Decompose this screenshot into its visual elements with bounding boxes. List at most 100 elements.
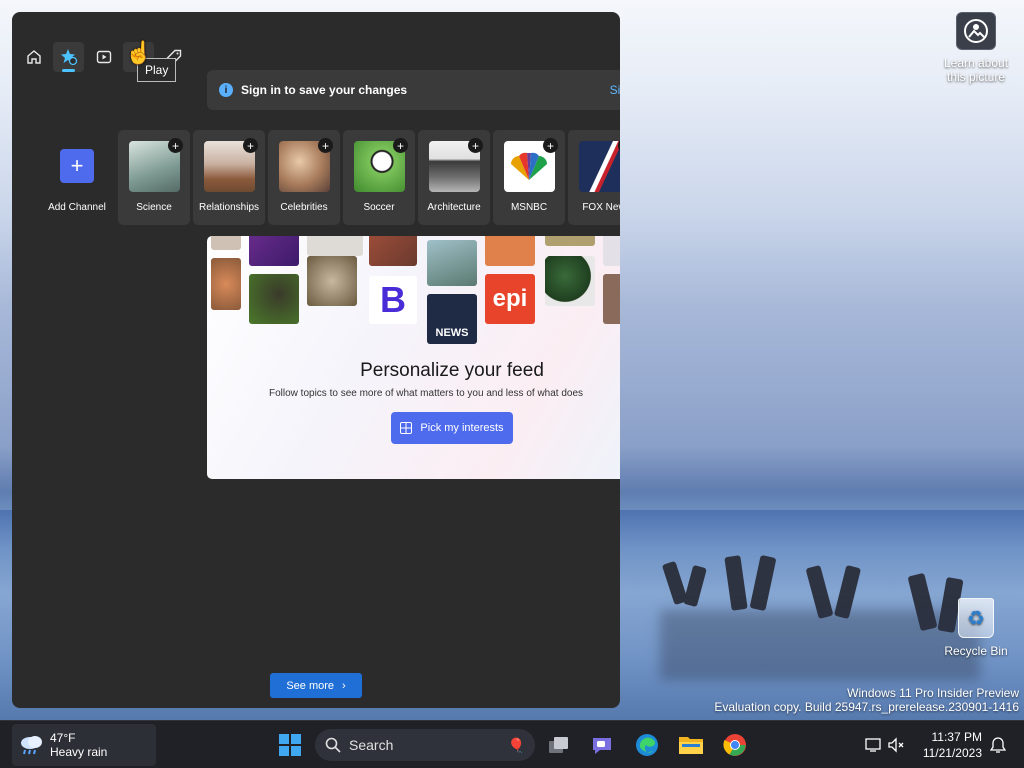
build-watermark: Windows 11 Pro Insider Preview Evaluatio… — [714, 686, 1019, 714]
channel-label: FOX New — [582, 202, 620, 213]
pile-reflection — [660, 610, 980, 680]
add-channel-label: Add Channel — [48, 202, 106, 213]
clock[interactable]: 11:37 PM 11/21/2023 — [912, 729, 982, 761]
channel-label: Architecture — [427, 202, 481, 213]
follow-plus-icon[interactable]: + — [543, 138, 558, 153]
widgets-panel: Play ☝ i Sign in to save your changes Si… — [12, 12, 620, 708]
weather-temp: 47°F — [50, 731, 76, 745]
channel-label: Celebrities — [280, 202, 328, 213]
chevron-right-icon: › — [342, 679, 346, 692]
feed-subtitle: Follow topics to see more of what matter… — [269, 388, 584, 399]
feed-tile — [249, 274, 299, 324]
edge-button[interactable] — [631, 729, 663, 761]
windows-logo-icon — [279, 734, 301, 756]
channel-thumbnail — [578, 141, 620, 192]
feed-tile — [307, 236, 363, 256]
signin-text: Sign in to save your changes — [241, 83, 408, 97]
feed-tile — [603, 274, 620, 324]
nbc-news-label: NEWS — [435, 327, 469, 339]
feed-tile — [603, 236, 620, 266]
channel-label: Science — [136, 202, 172, 213]
epicurious-logo: epi — [485, 274, 535, 324]
feed-tile — [427, 240, 477, 286]
feed-tile — [307, 256, 357, 306]
task-view-icon — [549, 737, 568, 753]
file-explorer-button[interactable] — [675, 729, 707, 761]
channel-msnbc[interactable]: MSNBC + — [493, 130, 565, 225]
rain-cloud-icon — [18, 734, 44, 756]
camera-icon — [956, 12, 996, 50]
nav-discover[interactable] — [53, 42, 84, 72]
recycle-bin-icon: ♻ — [958, 598, 994, 638]
clock-time: 11:37 PM — [931, 730, 982, 744]
follow-plus-icon[interactable]: + — [393, 138, 408, 153]
volume-muted-icon[interactable] — [880, 729, 912, 761]
hand-cursor-icon: ☝ — [125, 40, 153, 65]
clock-date: 11/21/2023 — [922, 746, 982, 760]
taskbar: 47°F Heavy rain Search 🎈 11:37 PM 11/21/… — [0, 720, 1024, 768]
add-channel[interactable]: + Add Channel — [42, 130, 112, 225]
pick-interests-label: Pick my interests — [420, 422, 504, 434]
home-icon — [26, 50, 41, 64]
signin-link[interactable]: Sig — [610, 83, 620, 97]
follow-plus-icon[interactable]: + — [243, 138, 258, 153]
feed-tile — [211, 236, 241, 250]
info-icon: i — [219, 83, 233, 97]
channel-architecture[interactable]: Architecture + — [418, 130, 490, 225]
follow-plus-icon[interactable]: + — [468, 138, 483, 153]
follow-plus-icon[interactable]: + — [168, 138, 183, 153]
channel-fox-news[interactable]: FOX New + — [568, 130, 620, 225]
see-more-button[interactable]: See more › — [270, 673, 362, 698]
recycle-bin[interactable]: ♻ Recycle Bin — [936, 598, 1016, 658]
teams-chat-icon — [593, 738, 611, 754]
channel-row: + Add Channel Science + Relationships + … — [42, 130, 620, 225]
channel-science[interactable]: Science + — [118, 130, 190, 225]
personalize-feed-card: B NEWS epi Personalize your feed Follow … — [207, 236, 620, 479]
star-icon — [60, 49, 77, 66]
play-icon — [96, 50, 111, 64]
folder-icon — [679, 737, 703, 754]
add-icon: + — [60, 149, 94, 183]
signin-banner[interactable]: i Sign in to save your changes Sig — [207, 70, 620, 110]
feed-tile — [545, 236, 595, 246]
chrome-icon — [723, 734, 746, 756]
watermark-line1: Windows 11 Pro Insider Preview — [847, 686, 1019, 700]
weather-widget[interactable]: 47°F Heavy rain — [12, 724, 156, 766]
channel-label: Relationships — [198, 202, 260, 213]
recycle-bin-label: Recycle Bin — [944, 644, 1008, 658]
task-view-button[interactable] — [543, 729, 575, 761]
learn-about-picture-icon[interactable]: Learn about this picture — [936, 12, 1016, 84]
watermark-line2: Evaluation copy. Build 25947.rs_prerelea… — [714, 700, 1019, 714]
feed-tile — [211, 258, 241, 310]
feed-title: Personalize your feed — [360, 360, 544, 381]
nav-home[interactable] — [18, 42, 49, 72]
chrome-button[interactable] — [719, 729, 751, 761]
notification-bell-icon[interactable] — [982, 729, 1014, 761]
nav-watch[interactable] — [88, 42, 119, 72]
search-label: Search — [349, 737, 394, 753]
channel-label: Soccer — [363, 202, 395, 213]
feed-tile — [485, 236, 535, 266]
weather-condition: Heavy rain — [50, 745, 108, 759]
see-more-label: See more — [286, 679, 335, 692]
nbc-news-logo: NEWS — [427, 294, 477, 344]
channel-soccer[interactable]: Soccer + — [343, 130, 415, 225]
grid-icon — [400, 422, 413, 434]
channel-relationships[interactable]: Relationships + — [193, 130, 265, 225]
start-button[interactable] — [274, 729, 306, 761]
follow-plus-icon[interactable]: + — [318, 138, 333, 153]
feed-tile — [545, 256, 595, 306]
feed-tile — [249, 236, 299, 266]
teams-button[interactable] — [586, 729, 618, 761]
feed-tile — [369, 236, 417, 266]
channel-celebrities[interactable]: Celebrities + — [268, 130, 340, 225]
edge-icon — [636, 734, 658, 756]
search-highlight-icon: 🎈 — [507, 736, 525, 753]
learn-about-label: Learn about this picture — [943, 56, 1009, 84]
peacock-logo-icon — [511, 152, 547, 180]
pick-interests-button[interactable]: Pick my interests — [391, 412, 513, 444]
bloomberg-b-logo: B — [369, 276, 417, 324]
taskbar-search[interactable]: Search 🎈 — [315, 729, 535, 761]
channel-label: MSNBC — [510, 202, 548, 213]
search-icon — [325, 737, 341, 753]
